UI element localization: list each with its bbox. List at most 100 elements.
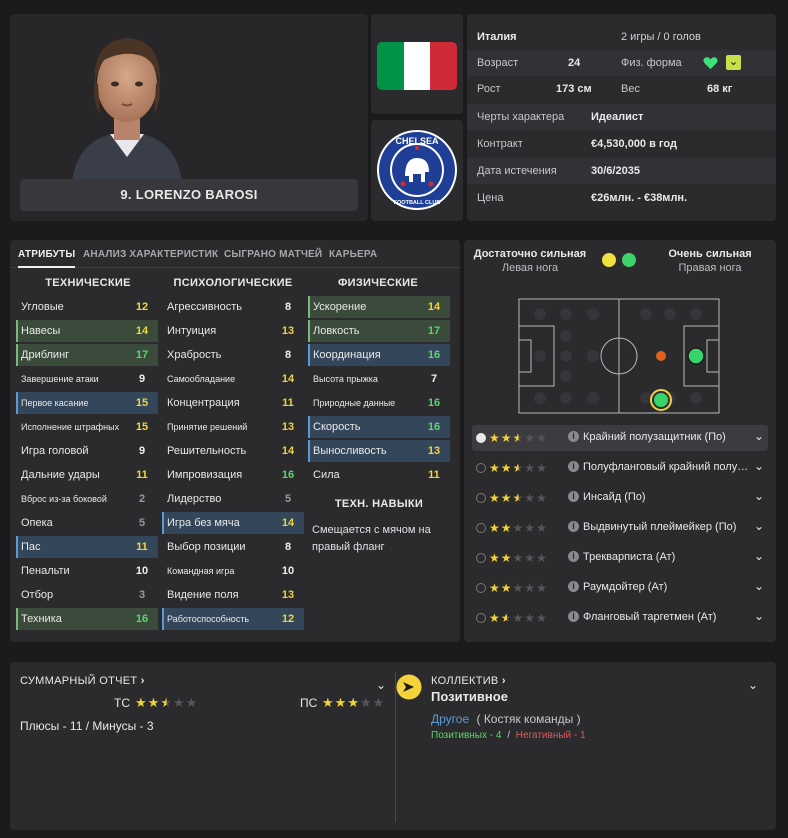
attribute-row[interactable]: Лидерство 5 <box>162 488 304 510</box>
value-row: Цена €26млн. - €38млн. <box>467 185 776 211</box>
chevron-down-icon[interactable]: ⌄ <box>726 55 741 70</box>
attribute-row[interactable]: Храбрость 8 <box>162 344 304 366</box>
role-row[interactable]: ★★★★★ i Трекварписта (Ат) ⌄ <box>472 545 768 571</box>
italy-flag[interactable] <box>377 42 457 90</box>
value-value: €26млн. - €38млн. <box>591 192 688 204</box>
attribute-row[interactable]: Интуиция 13 <box>162 320 304 342</box>
attribute-row[interactable]: Угловые 12 <box>16 296 158 318</box>
attribute-row[interactable]: Самообладание 14 <box>162 368 304 390</box>
position-marker-natural <box>687 347 705 365</box>
chevron-down-icon[interactable]: ⌄ <box>754 609 764 623</box>
position-marker-competent <box>656 351 666 361</box>
role-row[interactable]: ★★★★★ i Фланговый таргетмен (Ат) ⌄ <box>472 605 768 631</box>
nation-name[interactable]: Италия <box>477 31 517 43</box>
chevron-down-icon[interactable]: ⌄ <box>754 519 764 533</box>
attribute-row[interactable]: Импровизация 16 <box>162 464 304 486</box>
role-stars: ★★★★★ <box>489 551 548 565</box>
role-row[interactable]: ★★★★★ i Полуфланговый крайний полузащитник… <box>472 455 768 481</box>
tab-attributes[interactable]: АТРИБУТЫ <box>18 249 76 268</box>
team-title[interactable]: КОЛЛЕКТИВ › <box>431 675 506 687</box>
attribute-row[interactable]: Первое касание 15 <box>16 392 158 414</box>
position-pitch[interactable] <box>518 298 720 414</box>
chevron-down-icon[interactable]: ⌄ <box>754 459 764 473</box>
summary-title[interactable]: СУММАРНЫЙ ОТЧЕТ › <box>20 675 145 687</box>
role-radio[interactable] <box>476 523 486 533</box>
chevron-down-icon[interactable]: ⌄ <box>754 579 764 593</box>
attribute-row[interactable]: Высота прыжка 7 <box>308 368 450 390</box>
summary-title-text[interactable]: СУММАРНЫЙ ОТЧЕТ <box>20 675 137 687</box>
attribute-row[interactable]: Выносливость 13 <box>308 440 450 462</box>
attribute-row[interactable]: Отбор 3 <box>16 584 158 606</box>
chevron-down-icon[interactable]: ⌄ <box>754 489 764 503</box>
attribute-label: Концентрация <box>167 397 240 409</box>
team-expand-chevron-icon[interactable]: ⌄ <box>748 678 758 692</box>
nation-row[interactable]: Италия 2 игры / 0 голов <box>467 24 776 50</box>
summary-expand-chevron-icon[interactable]: ⌄ <box>376 678 386 692</box>
team-title-text[interactable]: КОЛЛЕКТИВ <box>431 675 499 687</box>
attribute-row[interactable]: Выбор позиции 8 <box>162 536 304 558</box>
player-portrait-panel: 9. LORENZO BAROSI <box>10 14 368 221</box>
attribute-row[interactable]: Командная игра 10 <box>162 560 304 582</box>
attribute-row[interactable]: Ловкость 17 <box>308 320 450 342</box>
role-radio[interactable] <box>476 463 486 473</box>
role-row[interactable]: ★★★★★ i Выдвинутый плеймейкер (По) ⌄ <box>472 515 768 541</box>
attribute-row[interactable]: Видение поля 13 <box>162 584 304 606</box>
role-radio[interactable] <box>476 493 486 503</box>
chevron-down-icon[interactable]: ⌄ <box>754 429 764 443</box>
info-icon[interactable]: i <box>568 491 579 502</box>
attribute-row[interactable]: Агрессивность 8 <box>162 296 304 318</box>
role-row[interactable]: ★★★★★ i Раумдойтер (Ат) ⌄ <box>472 575 768 601</box>
attribute-row[interactable]: Опека 5 <box>16 512 158 534</box>
attribute-row[interactable]: Скорость 16 <box>308 416 450 438</box>
attribute-row[interactable]: Завершение атаки 9 <box>16 368 158 390</box>
technical-header: ТЕХНИЧЕСКИЕ <box>45 277 131 289</box>
role-radio[interactable] <box>476 583 486 593</box>
role-radio[interactable] <box>476 433 486 443</box>
attribute-label: Координация <box>313 349 381 361</box>
attribute-row[interactable]: Дальние удары 11 <box>16 464 158 486</box>
attribute-row[interactable]: Принятие решений 13 <box>162 416 304 438</box>
role-row[interactable]: ★★★★★ i Инсайд (По) ⌄ <box>472 485 768 511</box>
tab-matches[interactable]: СЫГРАНО МАТЧЕЙ <box>224 249 322 260</box>
info-icon[interactable]: i <box>568 431 579 442</box>
attribute-row[interactable]: Работоспособность 12 <box>162 608 304 630</box>
attribute-label: Отбор <box>21 589 54 601</box>
attribute-row[interactable]: Исполнение штрафных 15 <box>16 416 158 438</box>
attribute-row[interactable]: Ускорение 14 <box>308 296 450 318</box>
attribute-row[interactable]: Концентрация 11 <box>162 392 304 414</box>
info-icon[interactable]: i <box>568 611 579 622</box>
team-group-link[interactable]: Другое <box>431 712 469 726</box>
role-radio[interactable] <box>476 553 486 563</box>
info-icon[interactable]: i <box>568 521 579 532</box>
attribute-label: Опека <box>21 517 53 529</box>
tab-career[interactable]: КАРЬЕРА <box>329 249 377 260</box>
info-icon[interactable]: i <box>568 461 579 472</box>
nation-flag-panel[interactable] <box>371 14 463 114</box>
club-badge-panel[interactable]: CHELSEA FOOTBALL CLUB <box>371 120 463 221</box>
attribute-label: Выбор позиции <box>167 541 246 553</box>
attribute-row[interactable]: Техника 16 <box>16 608 158 630</box>
role-row[interactable]: ★★★★★ i Крайний полузащитник (По) ⌄ <box>472 425 768 451</box>
chevron-down-icon[interactable]: ⌄ <box>754 549 764 563</box>
info-icon[interactable]: i <box>568 581 579 592</box>
attribute-row[interactable]: Пас 11 <box>16 536 158 558</box>
attribute-row[interactable]: Игра головой 9 <box>16 440 158 462</box>
attribute-row[interactable]: Навесы 14 <box>16 320 158 342</box>
attribute-row[interactable]: Сила 11 <box>308 464 450 486</box>
attribute-label: Ускорение <box>313 301 367 313</box>
attribute-row[interactable]: Пенальти 10 <box>16 560 158 582</box>
weight-label: Вес <box>621 83 640 95</box>
attribute-label: Пас <box>21 541 41 553</box>
attribute-row[interactable]: Природные данные 16 <box>308 392 450 414</box>
attribute-row[interactable]: Игра без мяча 14 <box>162 512 304 534</box>
attribute-row[interactable]: Координация 16 <box>308 344 450 366</box>
attribute-value: 11 <box>136 541 148 553</box>
attribute-row[interactable]: Дриблинг 17 <box>16 344 158 366</box>
info-icon[interactable]: i <box>568 551 579 562</box>
attribute-row[interactable]: Решительность 14 <box>162 440 304 462</box>
tab-analysis[interactable]: АНАЛИЗ ХАРАКТЕРИСТИК <box>83 249 218 260</box>
personality-label: Черты характера <box>477 111 565 123</box>
attribute-row[interactable]: Вброс из-за боковой 2 <box>16 488 158 510</box>
club-badge-icon[interactable]: CHELSEA FOOTBALL CLUB <box>375 128 459 212</box>
role-radio[interactable] <box>476 613 486 623</box>
